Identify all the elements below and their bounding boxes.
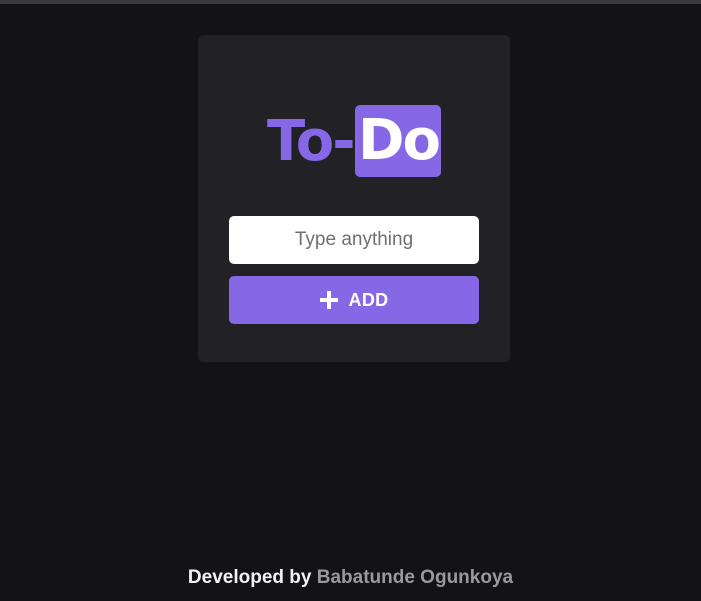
logo-text-to: To- xyxy=(267,109,355,174)
logo-text-do: Do xyxy=(358,108,441,173)
logo-do-badge: Do xyxy=(355,105,442,177)
window-top-border xyxy=(0,0,701,4)
add-button[interactable]: ADD xyxy=(229,276,479,324)
footer-author: Babatunde Ogunkoya xyxy=(316,567,514,588)
footer-credit: Developed by Babatunde Ogunkoya xyxy=(0,567,701,589)
app-logo: To- Do xyxy=(267,105,442,177)
add-button-label: ADD xyxy=(348,289,389,310)
plus-icon xyxy=(319,291,338,309)
footer-prefix: Developed by xyxy=(187,567,317,588)
task-input[interactable] xyxy=(229,216,479,264)
